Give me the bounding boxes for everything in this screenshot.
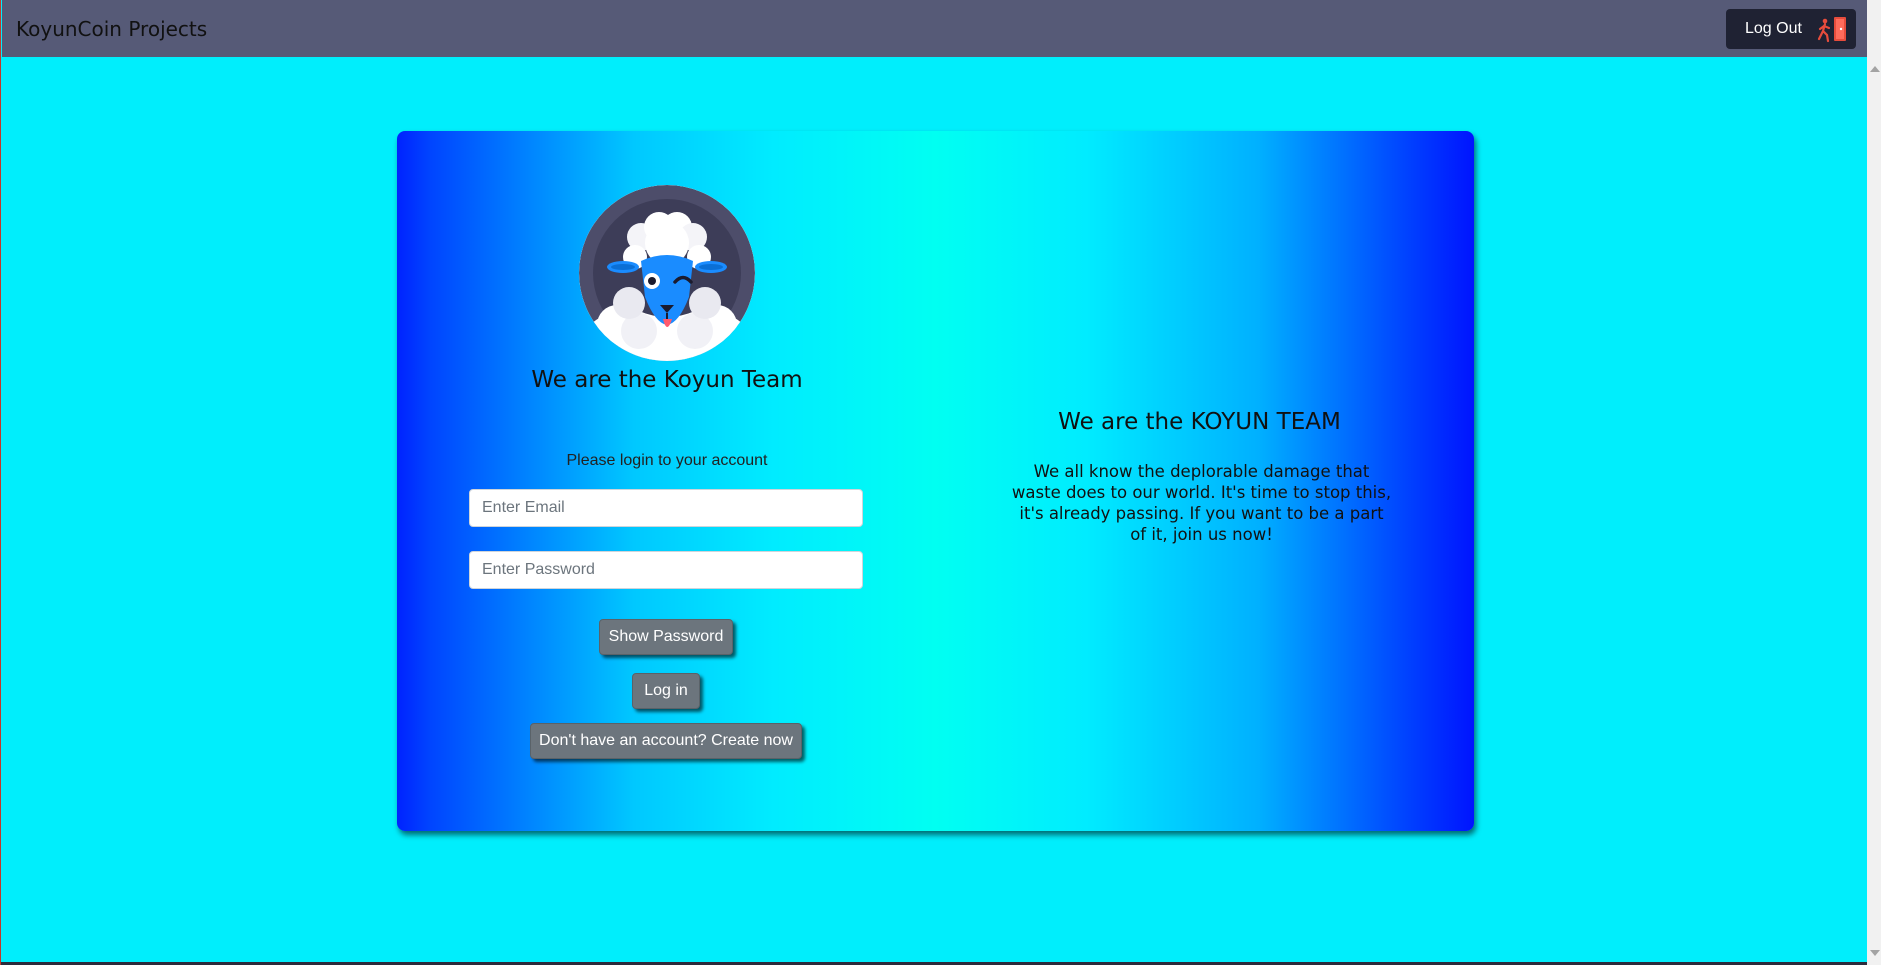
scroll-down-arrow-icon[interactable] [1870, 950, 1880, 956]
mission-paragraph: We all know the deplorable damage that w… [1011, 462, 1392, 544]
login-card: We are the Koyun Team Please login to yo… [397, 131, 1474, 831]
koyun-team-title: We are the KOYUN TEAM [1058, 409, 1341, 435]
scroll-up-arrow-icon[interactable] [1870, 66, 1880, 72]
logout-button[interactable]: Log Out [1726, 9, 1856, 49]
login-button[interactable]: Log in [632, 673, 700, 709]
brand-title[interactable]: KoyunCoin Projects [16, 17, 207, 41]
top-navbar: KoyunCoin Projects Log Out [2, 0, 1868, 57]
exit-door-icon [1817, 17, 1846, 43]
show-password-button[interactable]: Show Password [599, 619, 733, 655]
logout-label: Log Out [1745, 20, 1802, 37]
email-input[interactable] [469, 489, 863, 527]
login-prompt-text: Please login to your account [566, 452, 768, 469]
create-account-button[interactable]: Don't have an account? Create now [530, 723, 802, 759]
team-heading: We are the Koyun Team [531, 367, 803, 393]
sheep-avatar-icon [579, 185, 755, 361]
vertical-scrollbar[interactable] [1867, 0, 1881, 965]
password-input[interactable] [469, 551, 863, 589]
